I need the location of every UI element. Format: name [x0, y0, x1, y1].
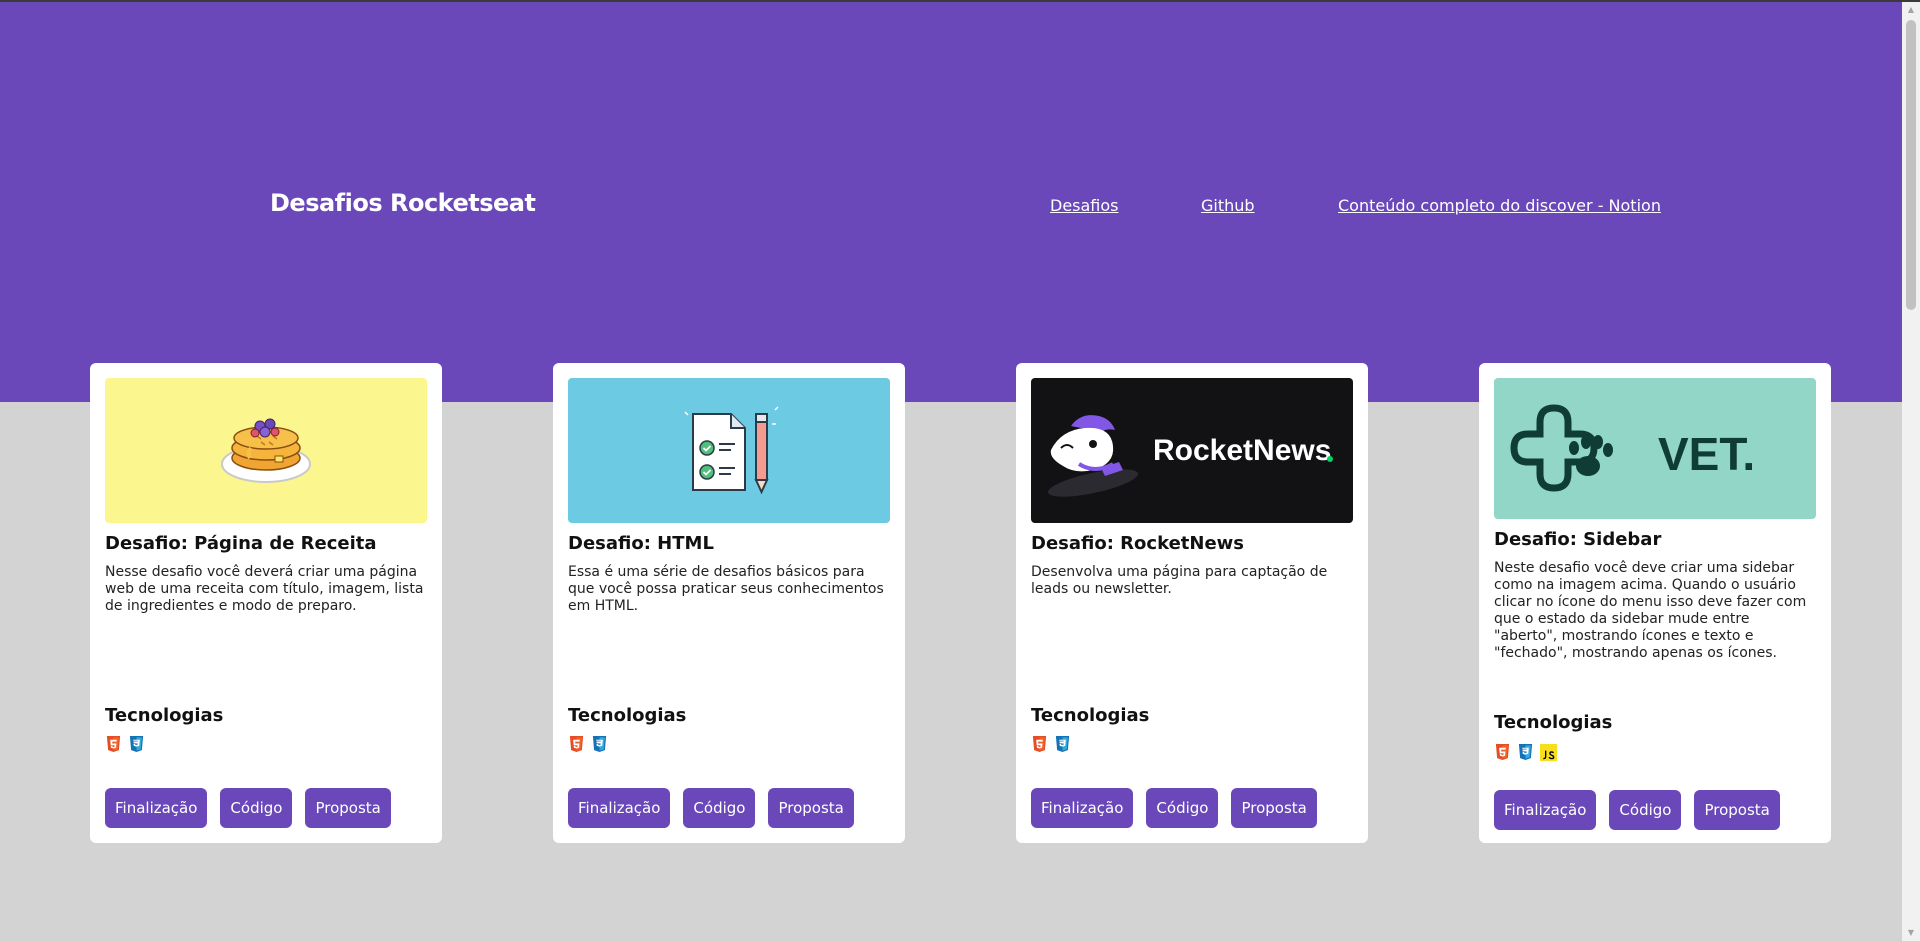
card-actions: Finalização Código Proposta: [105, 788, 391, 828]
card-title: Desafio: HTML: [568, 533, 714, 554]
nav-link-notion[interactable]: Conteúdo completo do discover - Notion: [1338, 196, 1661, 215]
css3-icon: [591, 736, 608, 753]
javascript-icon: [1540, 744, 1557, 761]
technologies-heading: Tecnologias: [1031, 705, 1150, 726]
proposta-button[interactable]: Proposta: [768, 788, 854, 828]
scroll-down-arrow-icon[interactable]: ▼: [1902, 925, 1920, 941]
rocketnews-logo-text: RocketNews: [1153, 434, 1331, 467]
finalizacao-button[interactable]: Finalização: [1494, 790, 1597, 830]
css3-icon: [1517, 744, 1534, 761]
proposta-button[interactable]: Proposta: [1694, 790, 1780, 830]
codigo-button[interactable]: Código: [1146, 788, 1219, 828]
technology-icons: [1031, 736, 1071, 753]
html5-icon: [105, 736, 122, 753]
card-description: Nesse desafio você deverá criar uma pági…: [105, 564, 424, 614]
card-actions: Finalização Código Proposta: [1031, 788, 1317, 828]
finalizacao-button[interactable]: Finalização: [1031, 788, 1134, 828]
proposta-button[interactable]: Proposta: [1231, 788, 1317, 828]
rocketnews-banner: RocketNews: [1031, 378, 1353, 523]
pancake-illustration: [105, 378, 427, 523]
codigo-button[interactable]: Código: [220, 788, 293, 828]
nav-link-desafios[interactable]: Desafios: [1050, 196, 1119, 215]
nav-link-github[interactable]: Github: [1201, 196, 1255, 215]
card-title: Desafio: Sidebar: [1494, 529, 1662, 550]
codigo-button[interactable]: Código: [1609, 790, 1682, 830]
technologies-heading: Tecnologias: [105, 705, 224, 726]
scrollbar-thumb[interactable]: [1906, 20, 1916, 310]
html5-icon: [1494, 744, 1511, 761]
checklist-illustration: [568, 378, 890, 523]
card-actions: Finalização Código Proposta: [1494, 790, 1780, 830]
brand-title: Desafios Rocketseat: [270, 189, 536, 217]
card-description: Neste desafio você deve criar uma sideba…: [1494, 560, 1807, 661]
card-description: Essa é uma série de desafios básicos par…: [568, 564, 884, 614]
technology-icons: [105, 736, 145, 753]
vet-banner: VET.: [1494, 378, 1816, 519]
proposta-button[interactable]: Proposta: [305, 788, 391, 828]
technology-icons: [1494, 744, 1557, 761]
html5-icon: [568, 736, 585, 753]
card-title: Desafio: Página de Receita: [105, 533, 377, 554]
challenge-card-sidebar: VET. Desafio: Sidebar Neste desafio você…: [1479, 363, 1831, 843]
hero-banner: Desafios Rocketseat Desafios Github Cont…: [0, 2, 1902, 402]
card-actions: Finalização Código Proposta: [568, 788, 854, 828]
challenge-card-receita: Desafio: Página de Receita Nesse desafio…: [90, 363, 442, 843]
codigo-button[interactable]: Código: [683, 788, 756, 828]
card-title: Desafio: RocketNews: [1031, 533, 1244, 554]
technologies-heading: Tecnologias: [568, 705, 687, 726]
html5-icon: [1031, 736, 1048, 753]
challenge-card-rocketnews: RocketNews Desafio: RocketNews Desenvolv…: [1016, 363, 1368, 843]
technologies-heading: Tecnologias: [1494, 712, 1613, 733]
scroll-up-arrow-icon[interactable]: ▲: [1902, 2, 1920, 18]
vet-logo-text: VET.: [1658, 428, 1755, 480]
technology-icons: [568, 736, 608, 753]
finalizacao-button[interactable]: Finalização: [105, 788, 208, 828]
card-description: Desenvolva uma página para captação de l…: [1031, 564, 1328, 597]
vertical-scrollbar[interactable]: ▲ ▼: [1902, 2, 1920, 941]
css3-icon: [128, 736, 145, 753]
challenge-card-html: Desafio: HTML Essa é uma série de desafi…: [553, 363, 905, 843]
finalizacao-button[interactable]: Finalização: [568, 788, 671, 828]
css3-icon: [1054, 736, 1071, 753]
